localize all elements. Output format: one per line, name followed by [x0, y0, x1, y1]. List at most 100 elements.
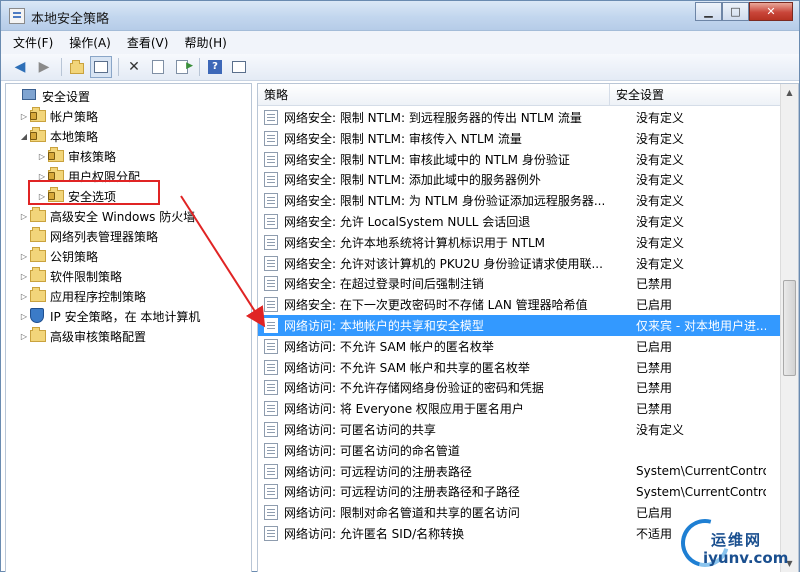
- policy-name: 网络访问: 限制对命名管道和共享的匿名访问: [284, 506, 520, 521]
- policy-name: 网络安全: 允许本地系统将计算机标识用于 NTLM: [284, 235, 546, 250]
- folder-icon: [30, 247, 46, 262]
- tree-node-software-restriction[interactable]: ▷ 软件限制策略: [18, 266, 122, 286]
- delete-button[interactable]: ✕: [123, 56, 145, 78]
- table-row[interactable]: 网络访问: 可远程访问的注册表路径和子路径 System\CurrentContr…: [258, 481, 780, 502]
- table-row[interactable]: 网络访问: 可匿名访问的命名管道: [258, 440, 780, 461]
- expand-chevron-icon[interactable]: ▷: [18, 112, 30, 121]
- up-level-button[interactable]: [66, 56, 88, 78]
- policy-name: 网络安全: 限制 NTLM: 为 NTLM 身份验证添加远程服务器...: [284, 194, 606, 209]
- tree-node-ip-security[interactable]: ▷ IP 安全策略，在 本地计算机: [18, 306, 200, 326]
- table-row[interactable]: 网络安全: 限制 NTLM: 审核此域中的 NTLM 身份验证 没有定义: [258, 149, 780, 170]
- policy-name: 网络访问: 允许匿名 SID/名称转换: [284, 527, 465, 541]
- table-row[interactable]: 网络安全: 允许本地系统将计算机标识用于 NTLM 没有定义: [258, 232, 780, 253]
- tree-node-network-list[interactable]: 网络列表管理器策略: [18, 226, 158, 246]
- menu-bar: 文件(F) 操作(A) 查看(V) 帮助(H): [1, 31, 799, 54]
- scroll-up-icon[interactable]: ▲: [781, 84, 798, 101]
- expand-chevron-icon[interactable]: ▷: [18, 272, 30, 281]
- export-list-icon: [176, 60, 193, 74]
- table-row[interactable]: 网络安全: 限制 NTLM: 审核传入 NTLM 流量 没有定义: [258, 128, 780, 149]
- table-row[interactable]: 网络安全: 允许对该计算机的 PKU2U 身份验证请求使用联... 没有定义: [258, 253, 780, 274]
- export-list-button[interactable]: [171, 56, 193, 78]
- table-row[interactable]: 网络安全: 在超过登录时间后强制注销 已禁用: [258, 273, 780, 294]
- maximize-button[interactable]: □: [722, 2, 749, 21]
- policy-icon: [264, 526, 278, 541]
- menu-view[interactable]: 查看(V): [127, 34, 169, 51]
- menu-help[interactable]: 帮助(H): [184, 34, 226, 51]
- table-row[interactable]: 网络访问: 可远程访问的注册表路径 System\CurrentContro...: [258, 461, 780, 482]
- tree-node-audit-policy[interactable]: ▷ 审核策略: [36, 146, 116, 166]
- tree-label: 安全设置: [42, 89, 91, 104]
- minimize-button[interactable]: ▁: [695, 2, 722, 21]
- table-row[interactable]: 网络访问: 将 Everyone 权限应用于匿名用户 已禁用: [258, 398, 780, 419]
- forward-arrow-icon: ▶: [38, 59, 50, 75]
- expand-chevron-icon[interactable]: ▷: [18, 212, 30, 221]
- tree-node-local-policy[interactable]: ◢ 本地策略: [18, 126, 98, 146]
- show-action-pane-button[interactable]: [228, 56, 250, 78]
- tree-label: IP 安全策略，在 本地计算机: [50, 309, 201, 324]
- up-folder-icon: [70, 59, 84, 74]
- column-header-policy[interactable]: 策略: [258, 84, 610, 106]
- expand-chevron-icon[interactable]: ▷: [18, 332, 30, 341]
- title-bar[interactable]: 本地安全策略 ▁ □ ✕: [1, 1, 799, 31]
- expand-chevron-icon[interactable]: ▷: [36, 152, 48, 161]
- policy-icon: [264, 234, 278, 250]
- expand-chevron-icon[interactable]: ▷: [18, 312, 30, 321]
- policy-setting: 没有定义: [636, 194, 685, 209]
- table-row[interactable]: 网络安全: 允许 LocalSystem NULL 会话回退 没有定义: [258, 211, 780, 232]
- back-button[interactable]: ◀: [9, 56, 31, 78]
- forward-button[interactable]: ▶: [33, 56, 55, 78]
- policy-icon: [264, 484, 278, 500]
- tree-node-audit-config[interactable]: ▷ 高级审核策略配置: [18, 326, 146, 346]
- tree-node-app-control[interactable]: ▷ 应用程序控制策略: [18, 286, 146, 306]
- folder-icon: [30, 327, 46, 342]
- properties-button[interactable]: [147, 56, 169, 78]
- table-row[interactable]: 网络访问: 不允许存储网络身份验证的密码和凭据 已禁用: [258, 377, 780, 398]
- help-button[interactable]: ?: [204, 56, 226, 78]
- back-arrow-icon: ◀: [14, 59, 26, 75]
- column-header-setting[interactable]: 安全设置: [610, 84, 780, 106]
- expand-chevron-icon[interactable]: ▷: [18, 252, 30, 261]
- tree-node-account-policy[interactable]: ▷ 帐户策略: [18, 106, 98, 126]
- watermark-title: 运维网: [711, 531, 763, 549]
- policy-icon: [264, 359, 278, 375]
- table-row[interactable]: 网络访问: 本地帐户的共享和安全模型 仅来宾 - 对本地用户进...: [258, 315, 780, 336]
- table-row[interactable]: 网络访问: 不允许 SAM 帐户的匿名枚举 已启用: [258, 336, 780, 357]
- security-settings-icon: [22, 89, 36, 100]
- menu-file[interactable]: 文件(F): [13, 34, 53, 51]
- table-row[interactable]: 网络访问: 不允许 SAM 帐户和共享的匿名枚举 已禁用: [258, 357, 780, 378]
- table-row[interactable]: 网络访问: 可匿名访问的共享 没有定义: [258, 419, 780, 440]
- close-button[interactable]: ✕: [749, 2, 793, 21]
- policy-name: 网络安全: 限制 NTLM: 审核传入 NTLM 流量: [284, 131, 522, 146]
- table-row[interactable]: 网络安全: 限制 NTLM: 添加此域中的服务器例外 没有定义: [258, 169, 780, 190]
- collapse-chevron-icon[interactable]: ◢: [18, 132, 30, 141]
- tree-node-public-key[interactable]: ▷ 公钥策略: [18, 246, 98, 266]
- console-tree-icon: [94, 61, 108, 73]
- expand-chevron-icon[interactable]: ▷: [18, 292, 30, 301]
- policy-setting: 没有定义: [636, 423, 685, 437]
- toolbar: ◀ ▶ ✕ ?: [1, 54, 799, 81]
- tree-label: 软件限制策略: [50, 269, 123, 284]
- ip-security-icon: [30, 308, 44, 323]
- menu-action[interactable]: 操作(A): [69, 34, 111, 51]
- help-icon: ?: [208, 60, 222, 74]
- tree-node-security-settings[interactable]: 安全设置: [10, 86, 90, 106]
- policy-name: 网络安全: 在下一次更改密码时不存储 LAN 管理器哈希值: [284, 298, 588, 313]
- table-row[interactable]: 网络安全: 限制 NTLM: 到远程服务器的传出 NTLM 流量 没有定义: [258, 107, 780, 128]
- policy-name: 网络安全: 在超过登录时间后强制注销: [284, 277, 484, 292]
- toolbar-separator: [118, 58, 119, 76]
- lock-icon: [48, 152, 55, 160]
- folder-icon: [30, 227, 46, 242]
- scroll-thumb[interactable]: [783, 280, 796, 376]
- table-row[interactable]: 网络安全: 限制 NTLM: 为 NTLM 身份验证添加远程服务器... 没有定义: [258, 190, 780, 211]
- policy-name: 网络访问: 将 Everyone 权限应用于匿名用户: [284, 402, 524, 417]
- tree-label: 高级安全 Windows 防火墙: [50, 209, 196, 224]
- policy-name: 网络安全: 允许 LocalSystem NULL 会话回退: [284, 215, 531, 229]
- policy-name: 网络安全: 限制 NTLM: 添加此域中的服务器例外: [284, 173, 541, 188]
- tree-node-firewall[interactable]: ▷ 高级安全 Windows 防火墙: [18, 206, 195, 226]
- show-tree-button[interactable]: [90, 56, 112, 78]
- tree-label: 审核策略: [68, 149, 117, 164]
- policy-icon: [264, 318, 278, 333]
- vertical-scrollbar[interactable]: ▲ ▼: [780, 84, 798, 572]
- table-row[interactable]: 网络安全: 在下一次更改密码时不存储 LAN 管理器哈希值 已启用: [258, 294, 780, 315]
- policy-icon: [264, 151, 278, 167]
